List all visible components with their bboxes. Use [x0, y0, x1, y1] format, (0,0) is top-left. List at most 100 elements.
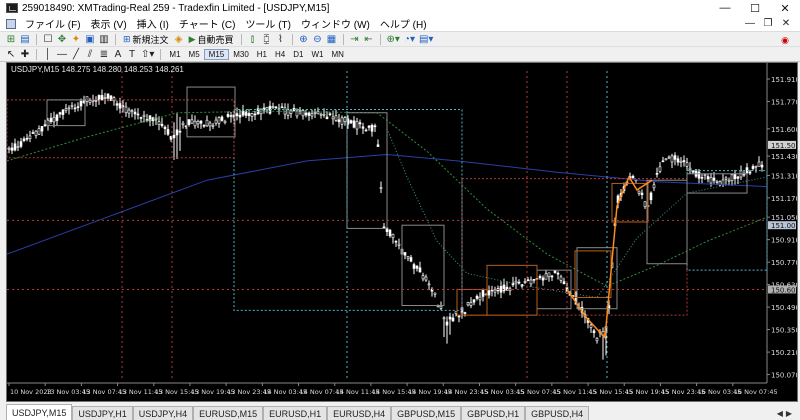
price-chart[interactable]: 151.910 151.770 151.600 151.430 151.310 151.1… — [6, 62, 798, 402]
arrows-icon[interactable]: ⇧▾ — [139, 48, 156, 61]
text-icon[interactable]: A — [111, 48, 125, 61]
cursor-icon[interactable]: ↖ — [4, 48, 18, 61]
candle-body — [241, 110, 245, 116]
horizontal-line-icon[interactable]: — — [55, 48, 69, 61]
zoom-in-icon[interactable]: ⊕ — [297, 33, 311, 46]
bar-chart-icon[interactable]: ⫾ — [246, 33, 260, 46]
candle-body — [7, 147, 11, 150]
candle-body — [547, 272, 551, 278]
tab-scroll-right-icon[interactable]: ▶ — [786, 409, 792, 418]
close-button[interactable]: ✕ — [770, 0, 800, 16]
templates-icon[interactable]: ▤▾ — [417, 33, 435, 46]
new-chart-icon[interactable]: ⊞ — [4, 33, 18, 46]
tab-usdjpy-h4[interactable]: USDJPY,H4 — [132, 406, 194, 420]
tester-icon[interactable]: ▥ — [97, 33, 111, 46]
timeframe-m5[interactable]: M5 — [185, 50, 204, 59]
price-label: 150.770 — [771, 259, 797, 267]
candle-body — [487, 290, 491, 296]
candlestick-icon[interactable]: ⧮ — [260, 33, 274, 46]
candle-body — [142, 114, 146, 117]
search-icon[interactable]: ◉ — [778, 35, 792, 46]
timeframe-m30[interactable]: M30 — [229, 50, 253, 59]
candle-body — [73, 107, 77, 110]
tab-usdjpy-m15[interactable]: USDJPY,M15 — [6, 404, 73, 420]
timeframe-h4[interactable]: H4 — [271, 50, 289, 59]
tab-gbpusd-m15[interactable]: GBPUSD,M15 — [391, 406, 462, 420]
toolbar-separator — [291, 33, 293, 45]
navigator-icon[interactable]: ✦ — [69, 33, 83, 46]
candle-body — [238, 114, 242, 118]
tile-windows-icon[interactable]: ▦ — [325, 33, 339, 46]
window-controls: — ☐ ✕ — [710, 0, 800, 16]
minimize-button[interactable]: — — [710, 0, 740, 16]
periods-icon[interactable]: ◔▾ — [402, 33, 417, 46]
autotrade-button[interactable]: ▶ 自動売買 — [186, 33, 237, 46]
candle-body — [160, 123, 164, 127]
candle-body — [193, 120, 197, 127]
menu-file[interactable]: ファイル (F) — [20, 16, 86, 31]
maximize-button[interactable]: ☐ — [740, 0, 770, 16]
timeframe-mn[interactable]: MN — [327, 50, 347, 59]
candle-body — [157, 121, 161, 125]
candle-body — [481, 289, 485, 297]
chart-shift-icon[interactable]: ⇤ — [362, 33, 376, 46]
vertical-line-icon[interactable]: │ — [41, 48, 55, 61]
timeframe-w1[interactable]: W1 — [307, 50, 327, 59]
trendline-icon[interactable]: ╱ — [69, 48, 83, 61]
indicators-icon[interactable]: ⊕▾ — [385, 33, 402, 46]
line-chart-icon[interactable]: ⌇ — [274, 33, 288, 46]
candle-body — [388, 229, 392, 237]
profiles-icon[interactable]: ▤ — [18, 33, 32, 46]
candle-body — [64, 108, 68, 111]
channel-icon[interactable]: ⫽ — [83, 48, 97, 61]
window-title: 259018490: XMTrading-Real 259 - Tradexfi… — [22, 2, 330, 14]
new-order-icon: ⊞ — [123, 33, 131, 44]
label-icon[interactable]: T — [125, 48, 139, 61]
candle-body — [664, 158, 668, 160]
tab-scroll-left-icon[interactable]: ◀ — [777, 409, 783, 418]
metaeditor-icon[interactable]: ◈ — [172, 33, 186, 46]
menu-tools[interactable]: ツール (T) — [240, 16, 296, 31]
tab-gbpusd-h1[interactable]: GBPUSD,H1 — [461, 406, 526, 420]
data-window-icon[interactable]: ✥ — [55, 33, 69, 46]
timeframe-d1[interactable]: D1 — [289, 50, 307, 59]
candle-body — [361, 126, 365, 129]
menu-insert[interactable]: 挿入 (I) — [132, 16, 174, 31]
fibonacci-icon[interactable]: ≣ — [97, 48, 111, 61]
menu-chart[interactable]: チャート (C) — [174, 16, 241, 31]
timeframe-m15[interactable]: M15 — [203, 48, 230, 60]
candle-body — [736, 176, 740, 179]
toolbar-separator — [240, 33, 242, 45]
market-watch-icon[interactable]: ☐ — [41, 33, 55, 46]
candle-body — [391, 233, 395, 238]
mdi-restore-button[interactable]: ❐ — [762, 18, 774, 29]
timeframe-h1[interactable]: H1 — [253, 50, 271, 59]
crosshair-icon[interactable]: ✚ — [18, 48, 32, 61]
tab-scroll: ◀ ▶ — [777, 406, 800, 420]
mdi-minimize-button[interactable]: — — [744, 18, 756, 29]
timeframe-m1[interactable]: M1 — [165, 50, 184, 59]
menu-window[interactable]: ウィンドウ (W) — [296, 16, 375, 31]
tab-gbpusd-h4[interactable]: GBPUSD,H4 — [525, 406, 590, 420]
autoscroll-icon[interactable]: ⇥ — [348, 33, 362, 46]
candle-body — [40, 126, 44, 132]
candle-body — [703, 174, 707, 176]
menu-view[interactable]: 表示 (V) — [86, 16, 132, 31]
zoom-out-icon[interactable]: ⊖ — [311, 33, 325, 46]
candle-body — [349, 120, 353, 124]
candle-body — [556, 272, 560, 275]
new-order-button[interactable]: ⊞ 新規注文 — [120, 33, 172, 46]
tab-eurusd-h4[interactable]: EURUSD,H4 — [327, 406, 392, 420]
chart-canvas[interactable]: 151.910 151.770 151.600 151.430 151.310 151.1… — [7, 63, 797, 401]
candle-body — [340, 117, 344, 125]
candle-body — [472, 299, 476, 303]
mdi-close-button[interactable]: ✕ — [780, 18, 792, 29]
candle-body — [379, 187, 383, 189]
terminal-icon[interactable]: ▣ — [83, 33, 97, 46]
tab-eurusd-h1[interactable]: EURUSD,H1 — [263, 406, 328, 420]
candle-body — [358, 122, 362, 125]
tab-usdjpy-h1[interactable]: USDJPY,H1 — [72, 406, 133, 420]
tab-eurusd-m15[interactable]: EURUSD,M15 — [193, 406, 264, 420]
menu-help[interactable]: ヘルプ (H) — [375, 16, 432, 31]
candle-body — [106, 93, 110, 99]
